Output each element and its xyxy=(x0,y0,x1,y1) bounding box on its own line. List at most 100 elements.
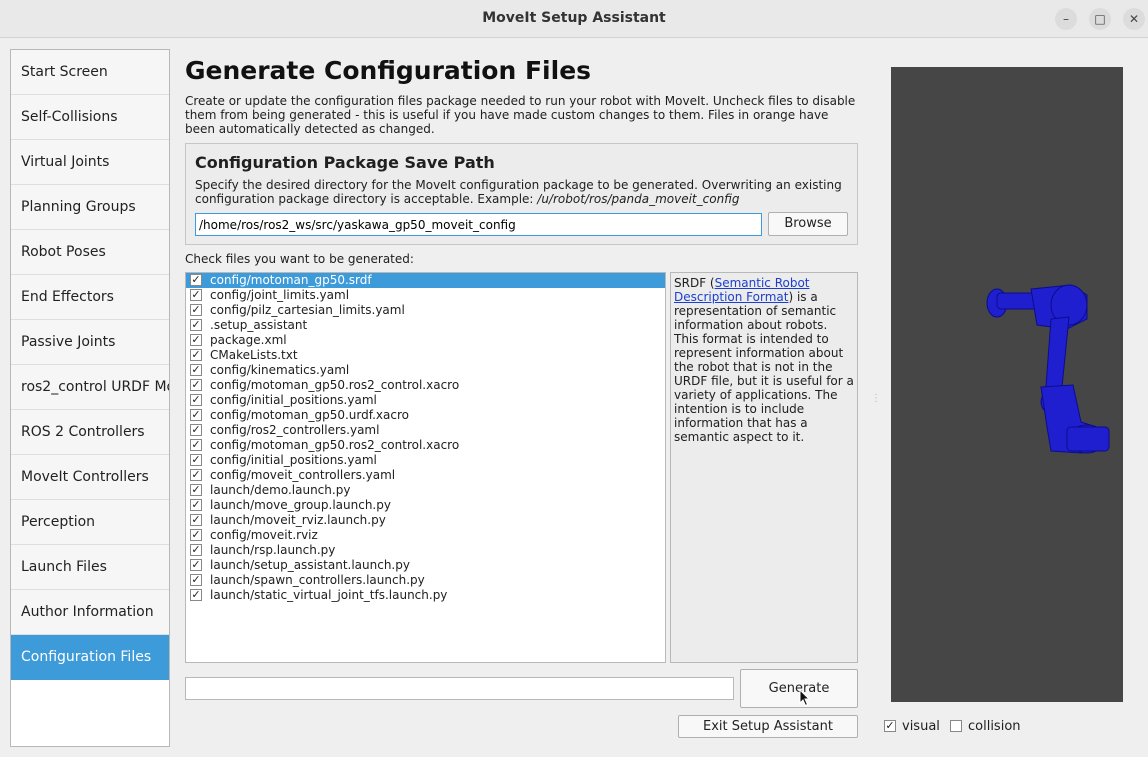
sidebar-item-self-collisions[interactable]: Self-Collisions xyxy=(11,95,169,140)
file-list-item[interactable]: ✓ config/motoman_gp50.ros2_control.xacro xyxy=(186,378,665,393)
file-checkbox[interactable]: ✓ xyxy=(190,408,202,421)
file-list-item[interactable]: ✓ launch/move_group.launch.py xyxy=(186,498,665,513)
sidebar-item-perception[interactable]: Perception xyxy=(11,500,169,545)
file-checkbox[interactable]: ✓ xyxy=(190,438,202,451)
sidebar-item-ros-2-controllers[interactable]: ROS 2 Controllers xyxy=(11,410,169,455)
collision-checkbox-box[interactable] xyxy=(950,719,962,732)
save-path-input[interactable] xyxy=(195,213,762,236)
collision-checkbox[interactable]: collision xyxy=(948,719,1021,734)
file-checkbox[interactable]: ✓ xyxy=(190,318,202,331)
file-name: config/pilz_cartesian_limits.yaml xyxy=(210,303,405,317)
file-checkbox[interactable]: ✓ xyxy=(190,333,202,346)
file-checkbox[interactable]: ✓ xyxy=(190,423,202,436)
file-checkbox[interactable]: ✓ xyxy=(190,573,202,586)
file-checkbox[interactable]: ✓ xyxy=(190,378,202,391)
files-label: Check files you want to be generated: xyxy=(185,252,414,266)
file-list-item[interactable]: ✓ launch/setup_assistant.launch.py xyxy=(186,558,665,573)
file-list-item[interactable]: ✓ config/motoman_gp50.srdf xyxy=(186,273,665,288)
file-list-item[interactable]: ✓ launch/static_virtual_joint_tfs.launch.… xyxy=(186,588,665,603)
file-list-item[interactable]: ✓ package.xml xyxy=(186,333,665,348)
sidebar-item-virtual-joints[interactable]: Virtual Joints xyxy=(11,140,169,185)
file-checkbox[interactable]: ✓ xyxy=(190,468,202,481)
save-path-description: Specify the desired directory for the Mo… xyxy=(195,178,842,206)
visual-checkbox[interactable]: ✓ visual xyxy=(882,719,940,734)
file-list-item[interactable]: ✓ config/joint_limits.yaml xyxy=(186,288,665,303)
file-name: launch/setup_assistant.launch.py xyxy=(210,558,410,572)
file-checkbox[interactable]: ✓ xyxy=(190,498,202,511)
collision-label: collision xyxy=(968,719,1021,734)
save-path-group: Configuration Package Save Path Specify … xyxy=(185,143,858,245)
file-checkbox[interactable]: ✓ xyxy=(190,273,202,286)
file-list-item[interactable]: ✓ config/moveit.rviz xyxy=(186,528,665,543)
file-list-item[interactable]: ✓ config/motoman_gp50.ros2_control.xacro xyxy=(186,438,665,453)
file-name: config/moveit_controllers.yaml xyxy=(210,468,396,482)
mouse-cursor-icon xyxy=(799,689,811,707)
sidebar-item-passive-joints[interactable]: Passive Joints xyxy=(11,320,169,365)
file-checkbox[interactable]: ✓ xyxy=(190,363,202,376)
sidebar-item-configuration-files[interactable]: Configuration Files xyxy=(11,635,169,680)
file-name: package.xml xyxy=(210,333,287,347)
file-name: launch/spawn_controllers.launch.py xyxy=(210,573,425,587)
browse-button[interactable]: Browse xyxy=(768,212,848,236)
file-checkbox[interactable]: ✓ xyxy=(190,288,202,301)
sidebar: Start Screen Self-Collisions Virtual Joint… xyxy=(10,49,170,747)
file-name: launch/static_virtual_joint_tfs.launch.p… xyxy=(210,588,448,602)
file-name: config/motoman_gp50.ros2_control.xacro xyxy=(210,378,460,392)
sidebar-item-author-information[interactable]: Author Information xyxy=(11,590,169,635)
file-name: config/kinematics.yaml xyxy=(210,363,350,377)
file-list-item[interactable]: ✓ launch/rsp.launch.py xyxy=(186,543,665,558)
file-list-item[interactable]: ✓ .setup_assistant xyxy=(186,318,665,333)
sidebar-item-moveit-controllers[interactable]: MoveIt Controllers xyxy=(11,455,169,500)
file-name: config/initial_positions.yaml xyxy=(210,453,377,467)
file-list-item[interactable]: ✓ config/kinematics.yaml xyxy=(186,363,665,378)
file-name: launch/move_group.launch.py xyxy=(210,498,391,512)
file-checkbox[interactable]: ✓ xyxy=(190,513,202,526)
exit-setup-assistant-button[interactable]: Exit Setup Assistant xyxy=(678,715,858,738)
sidebar-item-start-screen[interactable]: Start Screen xyxy=(11,50,169,95)
visual-checkbox-box[interactable]: ✓ xyxy=(884,719,896,732)
sidebar-item-end-effectors[interactable]: End Effectors xyxy=(11,275,169,320)
file-checkbox[interactable]: ✓ xyxy=(190,453,202,466)
visual-label: visual xyxy=(902,719,940,734)
sidebar-item-planning-groups[interactable]: Planning Groups xyxy=(11,185,169,230)
splitter-handle-right[interactable]: ⋮ xyxy=(871,393,881,404)
file-list-item[interactable]: ✓ config/initial_positions.yaml xyxy=(186,453,665,468)
file-name: config/motoman_gp50.ros2_control.xacro xyxy=(210,438,460,452)
file-name: config/motoman_gp50.srdf xyxy=(210,273,372,287)
file-list-item[interactable]: ✓ config/moveit_controllers.yaml xyxy=(186,468,665,483)
page-title: Generate Configuration Files xyxy=(185,56,592,85)
robot-viewer[interactable] xyxy=(891,67,1123,702)
file-name: config/joint_limits.yaml xyxy=(210,288,350,302)
page-intro: Create or update the configuration files… xyxy=(185,94,856,136)
file-description-panel: SRDF (Semantic Robot Description Format)… xyxy=(670,272,858,663)
file-list-item[interactable]: ✓ config/motoman_gp50.urdf.xacro xyxy=(186,408,665,423)
file-list-item[interactable]: ✓ launch/moveit_rviz.launch.py xyxy=(186,513,665,528)
file-checkbox[interactable]: ✓ xyxy=(190,483,202,496)
file-name: launch/demo.launch.py xyxy=(210,483,351,497)
maximize-icon[interactable]: □ xyxy=(1089,8,1111,30)
sidebar-item-launch-files[interactable]: Launch Files xyxy=(11,545,169,590)
file-name: launch/rsp.launch.py xyxy=(210,543,336,557)
file-checkbox[interactable]: ✓ xyxy=(190,303,202,316)
file-checkbox[interactable]: ✓ xyxy=(190,588,202,601)
sidebar-item-robot-poses[interactable]: Robot Poses xyxy=(11,230,169,275)
file-list[interactable]: ✓ config/motoman_gp50.srdf ✓ config/joint_l… xyxy=(185,272,666,663)
file-name: CMakeLists.txt xyxy=(210,348,298,362)
file-list-item[interactable]: ✓ config/pilz_cartesian_limits.yaml xyxy=(186,303,665,318)
save-path-example: /u/robot/ros/panda_moveit_config xyxy=(537,192,740,206)
file-name: config/initial_positions.yaml xyxy=(210,393,377,407)
file-checkbox[interactable]: ✓ xyxy=(190,393,202,406)
close-icon[interactable]: ✕ xyxy=(1123,8,1145,30)
file-list-item[interactable]: ✓ launch/spawn_controllers.launch.py xyxy=(186,573,665,588)
file-checkbox[interactable]: ✓ xyxy=(190,543,202,556)
file-list-item[interactable]: ✓ config/ros2_controllers.yaml xyxy=(186,423,665,438)
file-list-item[interactable]: ✓ CMakeLists.txt xyxy=(186,348,665,363)
file-list-item[interactable]: ✓ launch/demo.launch.py xyxy=(186,483,665,498)
status-field xyxy=(185,677,734,700)
minimize-icon[interactable]: – xyxy=(1055,8,1077,30)
file-checkbox[interactable]: ✓ xyxy=(190,348,202,361)
file-list-item[interactable]: ✓ config/initial_positions.yaml xyxy=(186,393,665,408)
file-checkbox[interactable]: ✓ xyxy=(190,528,202,541)
file-checkbox[interactable]: ✓ xyxy=(190,558,202,571)
sidebar-item-ros2-control-urdf-mo[interactable]: ros2_control URDF Mo xyxy=(11,365,169,410)
